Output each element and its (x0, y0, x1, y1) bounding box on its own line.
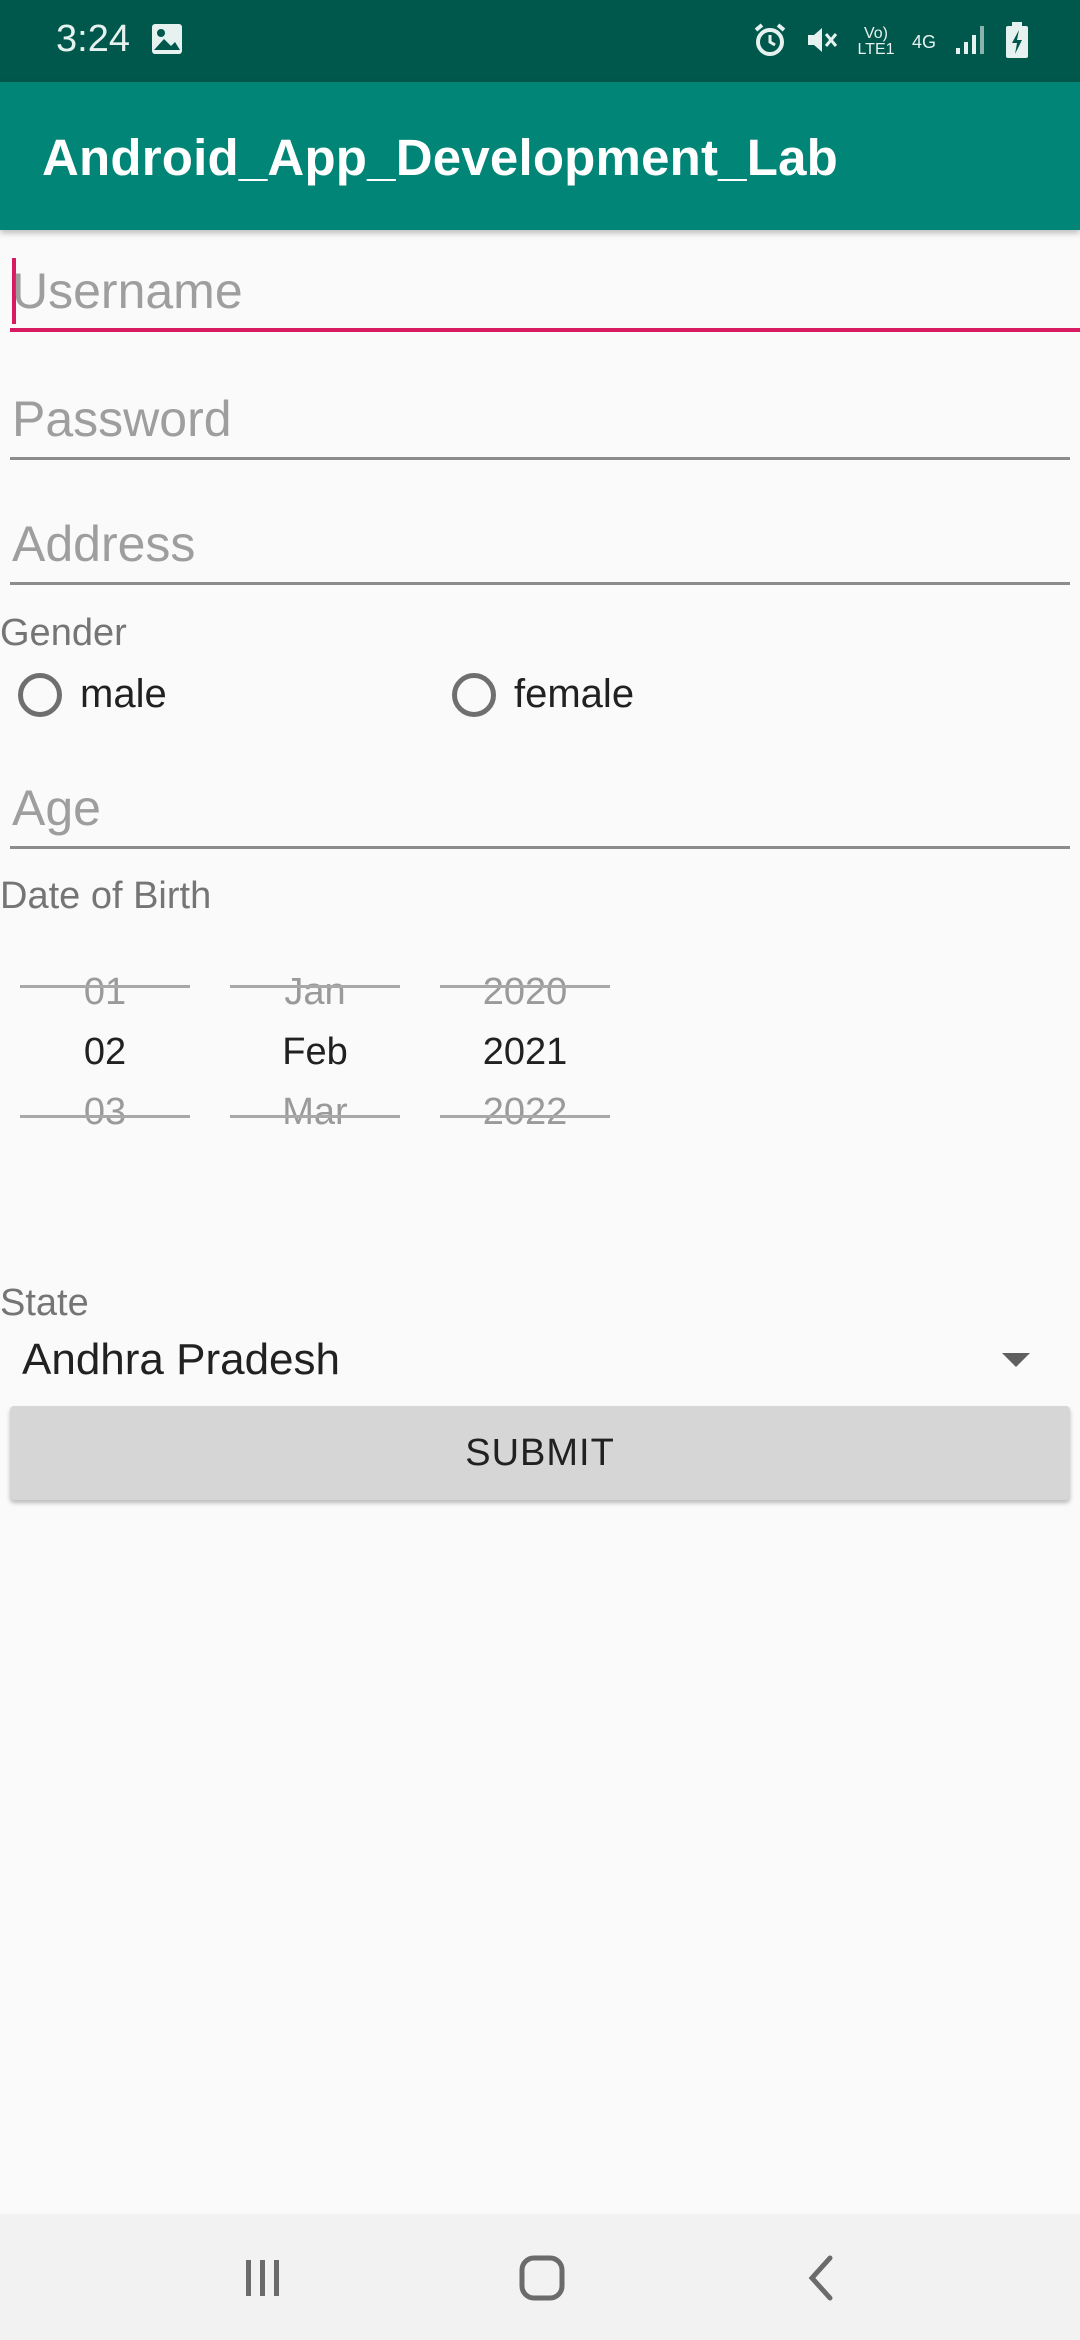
day-next[interactable]: 03 (20, 1091, 190, 1134)
year-divider-bottom (440, 1115, 610, 1118)
address-underline (10, 582, 1070, 585)
radio-male-circle[interactable] (18, 672, 62, 717)
month-next[interactable]: Mar (230, 1091, 400, 1134)
battery-charging-icon (1004, 21, 1030, 64)
password-underline (10, 457, 1070, 460)
home-icon[interactable] (512, 2252, 572, 2304)
signal-icon (952, 22, 988, 63)
year-picker[interactable]: 2020 2021 2022 (440, 960, 610, 1140)
day-divider-top (20, 985, 190, 988)
month-selected[interactable]: Feb (230, 1031, 400, 1074)
state-spinner[interactable]: Andhra Pradesh (0, 1325, 1080, 1415)
year-prev[interactable]: 2020 (440, 971, 610, 1014)
gallery-notification-icon (150, 22, 184, 61)
state-selected-value: Andhra Pradesh (22, 1335, 340, 1384)
navigation-bar (0, 2214, 1080, 2340)
alarm-icon (752, 22, 788, 63)
radio-male-label: male (80, 672, 167, 716)
address-field[interactable]: Address (10, 515, 1070, 585)
status-time: 3:24 (56, 18, 130, 60)
username-placeholder: Username (12, 263, 243, 319)
year-selected[interactable]: 2021 (440, 1031, 610, 1074)
age-field[interactable]: Age (10, 779, 1070, 849)
password-placeholder: Password (12, 391, 232, 447)
day-divider-bottom (20, 1115, 190, 1118)
day-prev[interactable]: 01 (20, 971, 190, 1014)
submit-button[interactable]: SUBMIT (10, 1406, 1070, 1500)
volte-icon: Vo) LTE1 (857, 25, 895, 58)
month-picker[interactable]: Jan Feb Mar (230, 960, 400, 1140)
radio-female[interactable]: female (452, 672, 634, 717)
address-placeholder: Address (12, 516, 196, 572)
status-bar: 3:24 Vo) LTE1 4G (0, 0, 1080, 82)
network-type-icon: 4G (911, 31, 936, 52)
month-divider-bottom (230, 1115, 400, 1118)
year-next[interactable]: 2022 (440, 1091, 610, 1134)
state-label: State (0, 1282, 89, 1324)
month-prev[interactable]: Jan (230, 971, 400, 1014)
app-bar: Android_App_Development_Lab (0, 82, 1080, 230)
gender-label: Gender (0, 612, 127, 654)
year-divider-top (440, 985, 610, 988)
username-underline (10, 328, 1080, 332)
app-title: Android_App_Development_Lab (42, 129, 838, 186)
mute-icon (804, 22, 840, 63)
day-picker[interactable]: 01 02 03 (20, 960, 190, 1140)
month-divider-top (230, 985, 400, 988)
age-placeholder: Age (12, 780, 101, 836)
back-icon[interactable] (792, 2252, 852, 2304)
day-selected[interactable]: 02 (20, 1031, 190, 1074)
password-field[interactable]: Password (10, 390, 1070, 460)
radio-female-label: female (514, 672, 635, 716)
age-underline (10, 846, 1070, 849)
dropdown-arrow-icon[interactable] (1002, 1353, 1030, 1367)
username-field[interactable]: Username (10, 258, 1080, 332)
radio-female-circle[interactable] (452, 672, 496, 717)
radio-male[interactable]: male (18, 672, 167, 717)
recent-apps-icon[interactable] (232, 2252, 292, 2304)
dob-label: Date of Birth (0, 875, 212, 917)
